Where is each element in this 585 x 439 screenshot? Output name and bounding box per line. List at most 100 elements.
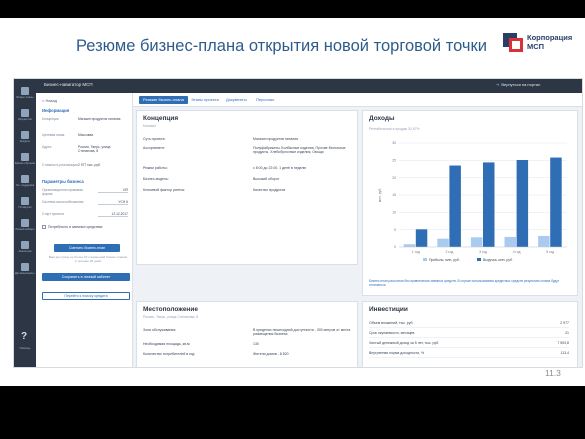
project-start-field[interactable]: Старт проекта 12.12.2017 — [42, 212, 130, 222]
y-tick-label: 0 — [394, 245, 396, 249]
tax-system-select[interactable]: Система налогообложения УСН 6 — [42, 200, 130, 210]
location-key: Зона обслуживания: — [143, 328, 177, 332]
tab-staff[interactable]: Персонал — [256, 96, 274, 104]
info-value: Россия, Тверь, улица Степанова, 8 — [78, 145, 111, 153]
location-key: Необходимая площадь, кв.м: — [143, 342, 191, 346]
location-row: Количество потребителей в год: Жители до… — [143, 352, 353, 360]
concept-title: Концепция — [143, 115, 179, 122]
rail-item-label: Бизнес-обучение — [15, 162, 35, 165]
concept-value: Полуфабрикаты, Колбасные изделия, Прочие… — [253, 146, 346, 154]
logo-text: Корпорация МСП — [527, 33, 572, 51]
bar — [483, 162, 495, 247]
location-row: Необходимая площадь, кв.м: 130 — [143, 342, 353, 350]
page-number: 11.3 — [545, 368, 561, 378]
rail-item[interactable]: Кредиты — [14, 129, 36, 149]
param-value: ИП — [98, 188, 128, 193]
legend-label: Прибыль, млн. руб. — [429, 258, 460, 262]
location-title: Местоположение — [143, 306, 198, 313]
legend-swatch — [477, 258, 481, 261]
logo-line-1: Корпорация — [527, 33, 573, 42]
y-axis-label: млн. руб. — [378, 188, 382, 203]
arrow-icon: ➜ — [496, 82, 500, 87]
chart-icon — [21, 241, 29, 249]
income-card: Доходы Рентабельность продаж 32,67% 0 5 10… — [362, 110, 578, 296]
concept-key: Бизнес-модель: — [143, 177, 169, 181]
rail-item-label: Кредиты — [19, 140, 31, 143]
info-section-title: Информация — [42, 108, 70, 113]
help-nav-item[interactable]: ? Помощь — [14, 329, 36, 357]
info-key: Целевая ниша — [42, 133, 65, 137]
investment-value: 21 — [565, 331, 569, 335]
shopping-icon — [21, 197, 29, 205]
help-label: Помощь — [19, 346, 31, 350]
slide: Резюме бизнес-плана открытия новой торго… — [0, 18, 585, 386]
tab-summary[interactable]: Резюме бизнес-плана — [139, 96, 188, 104]
concept-row: Суть проекта: Магазин продуктов питания — [143, 137, 353, 145]
info-row: Адрес Россия, Тверь, улица Степанова, 8 — [42, 145, 130, 155]
location-card: Местоположение Россия, Тверь, улица Степ… — [136, 301, 358, 367]
back-link[interactable]: < Назад — [42, 98, 57, 103]
investment-row: Объем вложений, тыс. руб. 2 977 — [369, 320, 569, 328]
rail-item[interactable]: Имущество — [14, 107, 36, 127]
x-tick-label: 1 год — [412, 250, 420, 254]
rail-item[interactable]: Личный кабинет — [14, 217, 36, 237]
investments-card: Инвестиции Объем вложений, тыс. руб. 2 9… — [362, 301, 578, 367]
rail-item-label: Аналитика — [18, 250, 32, 253]
app-name: Бизнес-навигатор МСП — [44, 82, 93, 87]
loan-need-checkbox[interactable]: Потребность в заемных средствах — [42, 225, 130, 231]
concept-value: Магазин продуктов питания — [253, 137, 299, 141]
saves-note: Вам доступны не более 10 сохранений бизн… — [48, 255, 128, 263]
rail-item[interactable]: Бизнес-обучение — [14, 151, 36, 171]
info-row: Целевая ниша Массовая — [42, 133, 130, 143]
param-key: Система налогообложения — [42, 200, 84, 204]
rail-item[interactable]: Госзакупки — [14, 195, 36, 215]
document-icon — [21, 153, 29, 161]
y-tick-label: 10 — [392, 211, 396, 215]
concept-value: Высокий оборот — [253, 177, 280, 181]
bar — [470, 237, 483, 247]
side-rail: Бизнес-планы Имущество Кредиты Бизнес-обуче… — [14, 79, 36, 367]
concept-key: Ключевой фактор успеха: — [143, 188, 185, 192]
info-value: Массовая — [78, 133, 94, 137]
concept-key: Ассортимент: — [143, 146, 166, 150]
rail-item-label: Бизнес-планы — [16, 96, 34, 99]
investment-value: 113,4 — [560, 351, 570, 355]
tab-stages[interactable]: Этапы проекта — [191, 96, 219, 104]
y-tick-label: 30 — [392, 141, 396, 145]
info-value: 2 977 тыс. руб. — [78, 163, 101, 167]
find-loan-button[interactable]: Перейти к поиску кредита — [42, 292, 130, 300]
location-value: Жители домов - 8 820 — [253, 352, 289, 356]
legal-form-select[interactable]: Организационно-правовая форма ИП — [42, 188, 130, 198]
investment-key: Внутренняя норма доходности, % — [369, 351, 425, 355]
location-subtitle: Россия, Тверь, улица Степанова, 8 — [143, 315, 199, 319]
checkbox-box — [42, 225, 46, 229]
logo-line-2: МСП — [527, 42, 545, 51]
investment-value: 2 977 — [560, 321, 569, 325]
rail-item[interactable]: Аналитика — [14, 239, 36, 259]
param-value: УСН 6 — [98, 200, 128, 205]
params-section-title: Параметры бизнеса — [42, 179, 84, 184]
investments-title: Инвестиции — [369, 306, 408, 313]
save-to-account-button[interactable]: Сохранить в личный кабинет — [42, 273, 130, 281]
tab-documents[interactable]: Документы — [226, 96, 247, 104]
rail-item-label: Имущество — [18, 118, 32, 121]
concept-subtitle: Магазин — [143, 124, 157, 128]
param-key: Старт проекта — [42, 212, 64, 216]
concept-row: Ключевой фактор успеха: Качество продукт… — [143, 188, 353, 196]
rail-item[interactable]: Бизнес-планы — [14, 85, 36, 105]
y-tick-label: 20 — [392, 176, 396, 180]
change-plan-button[interactable]: Сменить бизнес-план — [54, 244, 120, 252]
rail-item-label: Госзакупки — [18, 206, 32, 209]
bar — [550, 157, 562, 247]
left-panel: < Назад Информация Концепция Магазин про… — [36, 93, 133, 367]
x-tick-label: 4 год — [513, 250, 521, 254]
bar — [504, 236, 516, 247]
rail-item[interactable]: Гос. поддержка — [14, 173, 36, 193]
bar — [449, 165, 461, 247]
info-key: Концепция — [42, 117, 59, 121]
rail-item[interactable]: Дистанционное обучение — [14, 261, 36, 281]
param-key: Организационно-правовая форма — [42, 188, 83, 196]
location-value: В пределах пешеходной доступности - 300 … — [253, 328, 351, 336]
x-tick-label: 2 год — [446, 250, 454, 254]
return-to-portal-link[interactable]: ➜ Вернуться на портал — [496, 82, 540, 87]
